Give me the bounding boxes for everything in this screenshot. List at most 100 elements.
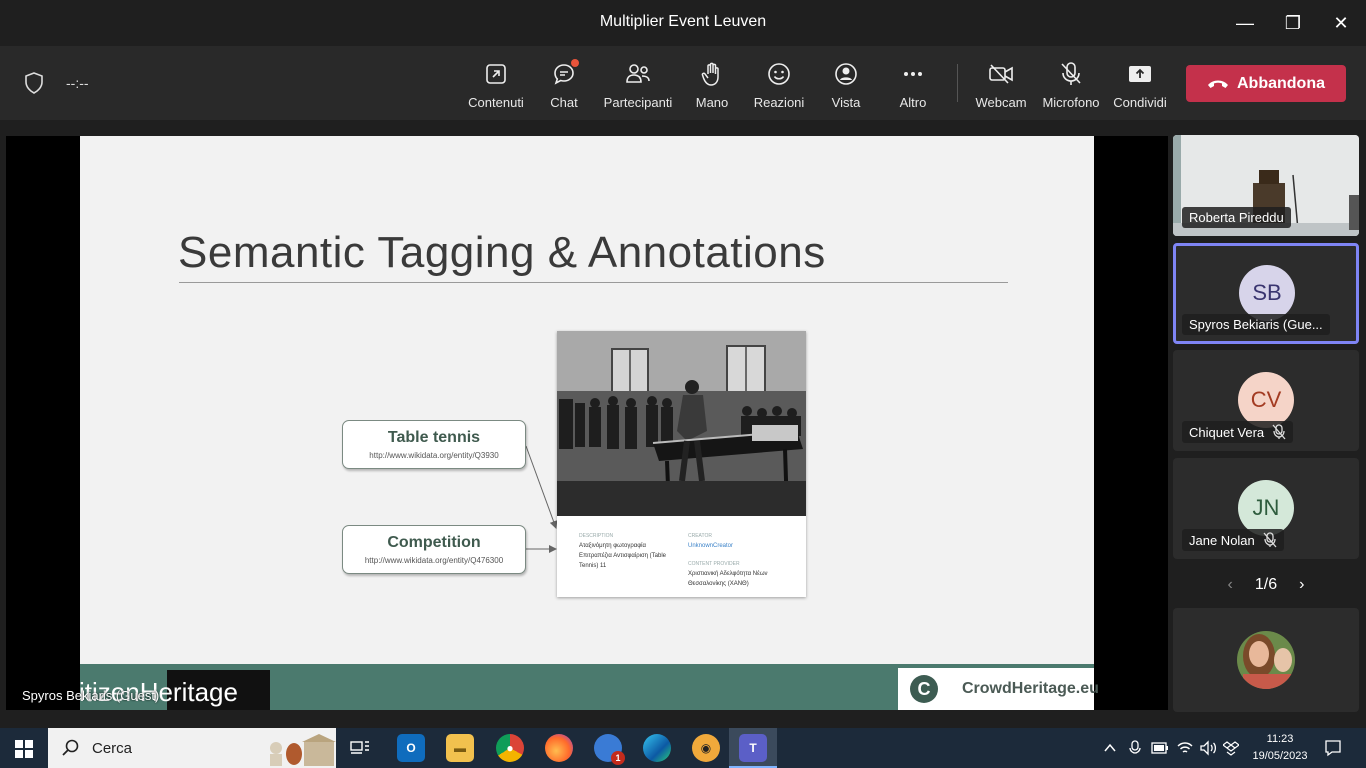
avatar: CV [1238,372,1294,428]
item-provider: CONTENT PROVIDER Χριστιανική Αδελφότητα … [688,561,768,587]
microphone-label: Microfono [1042,95,1100,110]
meeting-timer: --:-- [66,75,89,91]
tag-box-competition: Competition http://www.wikidata.org/enti… [342,525,526,574]
content-label: Contenuti [468,95,524,110]
meeting-toolbar: --:-- Contenuti Chat Partecipanti Mano R… [0,46,1366,120]
view-label: Vista [831,95,861,110]
taskbar-search-box[interactable]: Cerca [48,728,336,768]
crowdheritage-logo-text: CrowdHeritage.eu [962,680,1099,697]
share-content-icon [486,64,506,84]
share-button[interactable]: Condividi [1112,58,1168,110]
more-label: Altro [899,95,927,110]
microphone-button[interactable]: Microfono [1040,58,1102,110]
pager-indicator: 1/6 [1254,576,1278,593]
presentation-slide: Semantic Tagging & Annotations Table ten… [79,136,1099,710]
meeting-tray-icon[interactable] [1128,740,1142,756]
firefox-icon[interactable] [545,734,573,762]
battery-icon[interactable] [1151,741,1169,755]
teams-icon: T [739,734,767,762]
tag-label: Table tennis [387,429,481,446]
item-description: DESCRIPTION Αταξινόμητη φωτογραφία Επιτρ… [579,533,667,569]
pager-prev-button[interactable]: ‹ [1228,576,1233,594]
window-title: Multiplier Event Leuven [599,13,767,30]
webcam-label: Webcam [975,95,1027,110]
chat-label: Chat [550,95,578,110]
self-view-tile[interactable] [1173,608,1359,712]
view-icon [835,63,857,85]
close-button[interactable]: ✕ [1318,8,1364,38]
clock-time: 11:23 [1266,733,1294,745]
webcam-button[interactable]: Webcam [973,58,1029,110]
tag-box-table-tennis: Table tennis http://www.wikidata.org/ent… [342,420,526,469]
chat-unread-dot [571,59,579,67]
windows-start-icon[interactable] [15,740,33,758]
notification-center-icon[interactable] [1324,739,1342,757]
raise-hand-icon [701,62,719,86]
chrome-icon[interactable]: ● [496,734,524,762]
toolbar-separator [957,64,958,102]
more-button[interactable]: Altro [893,58,933,110]
tag-label: Competition [387,534,481,551]
windows-taskbar: Cerca O ▬ ● 1 ◉ T 11:23 19/05/2023 [0,728,1366,768]
participant-tile[interactable]: SB Spyros Bekiaris (Gue... [1173,243,1359,344]
participants-button[interactable]: Partecipanti [603,58,673,110]
chevron-up-icon[interactable] [1104,743,1116,753]
participant-name: Chiquet Vera [1182,421,1294,443]
participants-label: Partecipanti [603,95,673,110]
teams-taskbar-active[interactable]: T [729,728,777,768]
maximize-button[interactable]: ❐ [1270,8,1316,38]
tag-url: http://www.wikidata.org/entity/Q476300 [364,556,504,565]
participant-pager: ‹ 1/6 › [1173,572,1359,598]
table-tennis-photo [557,331,806,516]
tag-url: http://www.wikidata.org/entity/Q3930 [369,451,499,460]
leave-button[interactable]: Abbandona [1186,65,1346,102]
view-button[interactable]: Vista [826,58,866,110]
share-label: Condividi [1113,95,1167,110]
pager-next-button[interactable]: › [1299,576,1304,594]
camera-off-icon [989,64,1013,84]
hang-up-icon [1208,80,1228,88]
file-explorer-icon[interactable]: ▬ [446,734,474,762]
title-bar: Multiplier Event Leuven — ❐ ✕ [0,0,1366,46]
reactions-label: Reazioni [753,95,805,110]
taskbar-clock[interactable]: 11:23 19/05/2023 [1250,731,1310,765]
chat-app-icon[interactable]: 1 [594,734,625,765]
participant-name: Spyros Bekiaris (Gue... [1182,314,1330,335]
task-view-icon[interactable] [350,739,370,757]
search-icon [62,739,79,756]
reactions-icon [768,63,790,85]
share-icon [1129,66,1151,82]
shield-icon[interactable] [24,72,44,94]
minimize-button[interactable]: — [1222,8,1268,38]
raise-hand-button[interactable]: Mano [693,58,731,110]
crowdheritage-logo-icon: C [910,675,938,703]
clock-date: 19/05/2023 [1252,750,1308,762]
notification-badge: 1 [611,751,625,765]
participants-icon [626,64,650,83]
presenter-name-label: Spyros Bekiaris (Guest) [22,688,160,703]
raise-hand-label: Mano [695,95,729,110]
vpn-icon[interactable]: ◉ [692,734,720,762]
mic-off-icon [1061,62,1081,85]
leave-label: Abbandona [1237,74,1325,92]
chat-button[interactable]: Chat [544,58,584,110]
participant-tile[interactable]: JN Jane Nolan [1173,458,1359,559]
participant-tile[interactable]: Roberta Pireddu [1173,135,1359,236]
heritage-item-card: DESCRIPTION Αταξινόμητη φωτογραφία Επιτρ… [557,331,806,597]
participant-tile[interactable]: CV Chiquet Vera [1173,350,1359,451]
volume-icon[interactable] [1199,740,1217,756]
wifi-icon[interactable] [1176,740,1194,756]
outlook-icon[interactable]: O [397,734,425,762]
self-avatar-photo [1237,631,1295,689]
edge-icon[interactable] [643,734,671,762]
item-creator: CREATOR UnknownCreator [688,533,734,549]
mic-off-icon [1272,424,1286,440]
avatar: SB [1239,265,1295,321]
search-placeholder: Cerca [92,739,133,757]
crowdheritage-logo: C CrowdHeritage.eu [898,668,1099,710]
reactions-button[interactable]: Reazioni [752,58,806,110]
dropbox-icon[interactable] [1223,740,1239,756]
more-icon [904,72,922,76]
content-button[interactable]: Contenuti [466,58,526,110]
mic-off-icon [1263,532,1277,548]
